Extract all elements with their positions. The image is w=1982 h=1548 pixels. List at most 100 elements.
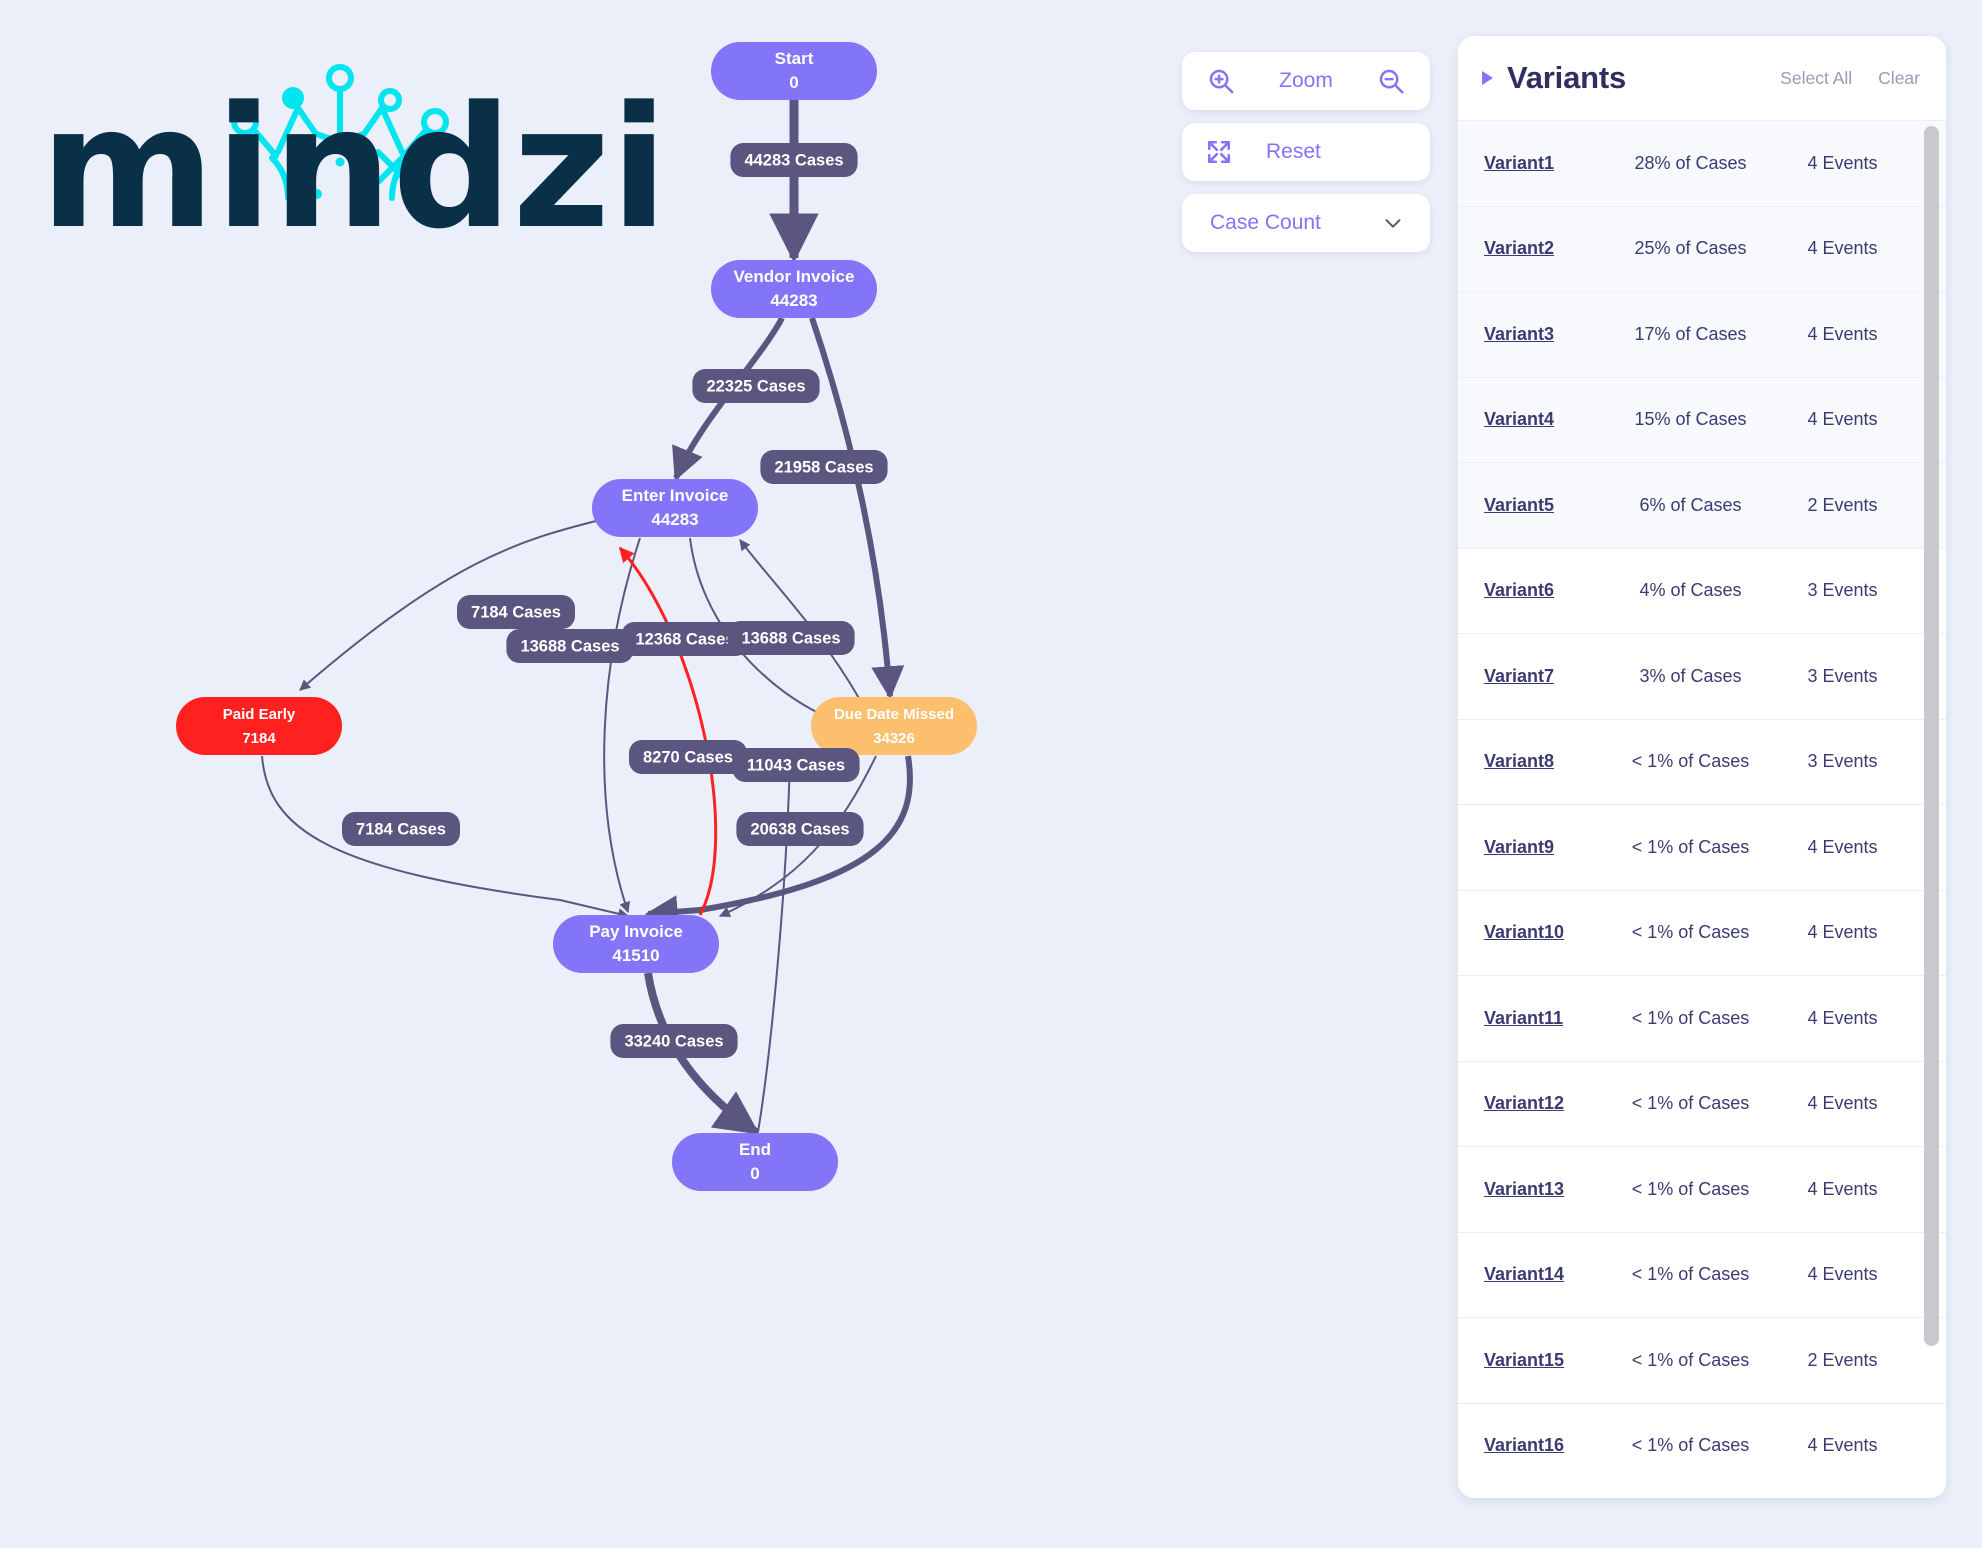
variant-row[interactable]: Variant14 < 1% of Cases 4 Events [1458, 1231, 1946, 1317]
variant-name-link[interactable]: Variant16 [1458, 1435, 1608, 1456]
variant-events: 2 Events [1807, 1349, 1878, 1370]
magnifier-minus-icon[interactable] [1376, 66, 1406, 96]
node-end-value: 0 [750, 1164, 759, 1183]
node-pay-label: Pay Invoice [589, 922, 683, 941]
node-enter-invoice[interactable]: Enter Invoice 44283 [592, 479, 758, 537]
variant-row[interactable]: Variant1 28% of Cases 4 Events [1458, 120, 1946, 206]
edge-layer [261, 100, 913, 1136]
edge-label-chip: 13688 Cases [506, 629, 634, 663]
variant-row[interactable]: Variant9 < 1% of Cases 4 Events [1458, 804, 1946, 890]
node-pay-invoice[interactable]: Pay Invoice 41510 [553, 915, 719, 973]
node-vendor-value: 44283 [770, 291, 817, 310]
edge-label-text: 22325 Cases [706, 377, 805, 395]
edge-label-chip: 7184 Cases [342, 812, 460, 846]
node-duedate-label: Due Date Missed [834, 706, 954, 723]
node-layer[interactable]: Start 0 Vendor Invoice 44283 Enter Invoi… [176, 42, 977, 1191]
magnifier-plus-icon[interactable] [1206, 66, 1236, 96]
variant-row[interactable]: Variant11 < 1% of Cases 4 Events [1458, 975, 1946, 1061]
variant-name-link[interactable]: Variant9 [1458, 837, 1608, 858]
variant-name-link[interactable]: Variant3 [1458, 324, 1608, 345]
variant-events: 3 Events [1807, 665, 1878, 686]
variants-title: Variants [1507, 60, 1627, 95]
variant-events: 2 Events [1807, 494, 1878, 515]
edge-label-text: 13688 Cases [520, 637, 619, 655]
variant-percent: 17% of Cases [1634, 323, 1747, 344]
variant-percent: 15% of Cases [1634, 409, 1747, 430]
edge-label-chip: 21958 Cases [760, 450, 888, 484]
variant-name-link[interactable]: Variant11 [1458, 1008, 1608, 1029]
variant-percent: 6% of Cases [1639, 494, 1742, 515]
edge-label-text: 20638 Cases [750, 820, 849, 838]
variant-percent: < 1% of Cases [1631, 1349, 1750, 1370]
variant-name-link[interactable]: Variant13 [1458, 1179, 1608, 1200]
variants-scrollbar[interactable] [1924, 126, 1939, 1346]
variant-row[interactable]: Variant15 < 1% of Cases 2 Events [1458, 1317, 1946, 1403]
variants-list[interactable]: Variant1 28% of Cases 4 Events Variant2 25% … [1458, 120, 1946, 1498]
variant-row[interactable]: Variant10 < 1% of Cases 4 Events [1458, 889, 1946, 975]
variant-name-link[interactable]: Variant10 [1458, 922, 1608, 943]
variant-name-link[interactable]: Variant12 [1458, 1093, 1608, 1114]
variant-events: 4 Events [1807, 1178, 1878, 1199]
node-start[interactable]: Start 0 [711, 42, 877, 100]
variant-row[interactable]: Variant3 17% of Cases 4 Events [1458, 291, 1946, 377]
reset-label: Reset [1266, 140, 1321, 163]
variant-row[interactable]: Variant16 < 1% of Cases 4 Events [1458, 1402, 1946, 1488]
edge-label-text: 44283 Cases [744, 151, 843, 169]
node-paid-early[interactable]: Paid Early 7184 [176, 697, 342, 755]
variant-percent: < 1% of Cases [1631, 1007, 1750, 1028]
variant-percent: 3% of Cases [1639, 665, 1742, 686]
variant-name-link[interactable]: Variant6 [1458, 580, 1608, 601]
variant-name-link[interactable]: Variant5 [1458, 495, 1608, 516]
variants-header: Variants Select All Clear [1458, 36, 1946, 120]
variant-name-link[interactable]: Variant1 [1458, 153, 1608, 174]
variant-events: 4 Events [1807, 238, 1878, 259]
node-start-label: Start [775, 49, 814, 68]
variant-row[interactable]: Variant13 < 1% of Cases 4 Events [1458, 1146, 1946, 1232]
select-all-button[interactable]: Select All [1780, 68, 1852, 89]
edge-label-chip: 22325 Cases [692, 369, 820, 403]
edge-label-chip: 20638 Cases [736, 812, 864, 846]
edge-label-chip: 8270 Cases [629, 740, 747, 774]
variant-name-link[interactable]: Variant14 [1458, 1264, 1608, 1285]
variant-row[interactable]: Variant6 4% of Cases 3 Events [1458, 547, 1946, 633]
variant-events: 3 Events [1807, 751, 1878, 772]
variant-row[interactable]: Variant12 < 1% of Cases 4 Events [1458, 1060, 1946, 1146]
variants-actions: Select All Clear [1780, 68, 1920, 89]
node-duedate-value: 34326 [873, 730, 915, 747]
variant-percent: 25% of Cases [1634, 238, 1747, 259]
variant-row[interactable]: Variant2 25% of Cases 4 Events [1458, 205, 1946, 291]
variant-events: 4 Events [1807, 323, 1878, 344]
variant-row[interactable]: Variant8 < 1% of Cases 3 Events [1458, 718, 1946, 804]
chevron-down-icon [1382, 212, 1404, 234]
variant-name-link[interactable]: Variant4 [1458, 409, 1608, 430]
variant-row[interactable]: Variant5 6% of Cases 2 Events [1458, 462, 1946, 548]
reset-button[interactable]: Reset [1182, 123, 1430, 181]
variant-row[interactable]: Variant7 3% of Cases 3 Events [1458, 633, 1946, 719]
measure-select[interactable]: Case Count [1182, 194, 1430, 252]
variant-percent: < 1% of Cases [1631, 1178, 1750, 1199]
variant-percent: 28% of Cases [1634, 152, 1747, 173]
variant-percent: < 1% of Cases [1631, 922, 1750, 943]
process-map[interactable]: Start 0 Vendor Invoice 44283 Enter Invoi… [0, 0, 1160, 1548]
zoom-label: Zoom [1279, 69, 1333, 92]
node-vendor-invoice[interactable]: Vendor Invoice 44283 [711, 260, 877, 318]
variant-name-link[interactable]: Variant8 [1458, 751, 1608, 772]
variant-events: 4 Events [1807, 152, 1878, 173]
variant-name-link[interactable]: Variant15 [1458, 1350, 1608, 1371]
triangle-right-icon[interactable] [1482, 71, 1493, 85]
node-end[interactable]: End 0 [672, 1133, 838, 1191]
variant-percent: < 1% of Cases [1631, 836, 1750, 857]
variant-row[interactable]: Variant4 15% of Cases 4 Events [1458, 376, 1946, 462]
variants-panel: Variants Select All Clear Variant1 28% of… [1458, 36, 1946, 1498]
variant-events: 4 Events [1807, 922, 1878, 943]
edge-label-text: 8270 Cases [643, 748, 733, 766]
clear-button[interactable]: Clear [1878, 68, 1920, 89]
variant-name-link[interactable]: Variant7 [1458, 666, 1608, 687]
node-due-date-missed[interactable]: Due Date Missed 34326 [811, 697, 977, 755]
node-start-value: 0 [789, 73, 798, 92]
node-enter-label: Enter Invoice [622, 486, 729, 505]
variant-percent: < 1% of Cases [1631, 1264, 1750, 1285]
edge-label-text: 12368 Cases [635, 630, 734, 648]
variant-events: 4 Events [1807, 1435, 1878, 1456]
variant-name-link[interactable]: Variant2 [1458, 238, 1608, 259]
